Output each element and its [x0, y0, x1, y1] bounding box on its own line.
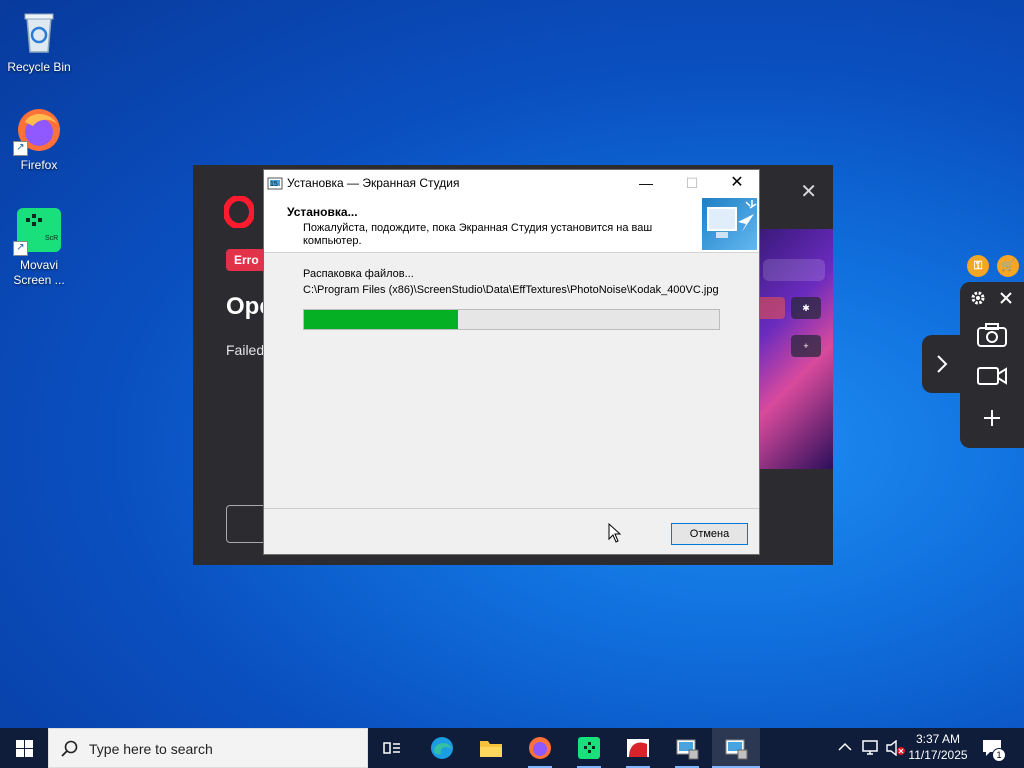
svg-text:ScR: ScR — [45, 235, 58, 242]
firefox-icon: ↗ — [13, 106, 63, 156]
taskbar-edge[interactable] — [418, 728, 466, 768]
taskbar: Type here to search 3:37 AM 11/17/2025 1 — [0, 728, 1024, 768]
maximize-button: ☐ — [685, 175, 699, 191]
key-icon[interactable]: ⚿ — [967, 255, 989, 277]
installer-dialog: 15 Установка — Экранная Студия — ☐ ✕ Уст… — [263, 169, 760, 555]
close-button[interactable]: ✕ — [714, 170, 760, 196]
opera-preview-image: ✱ + — [755, 229, 833, 469]
divider — [264, 508, 759, 509]
taskbar-firefox[interactable] — [516, 728, 564, 768]
search-icon — [61, 740, 78, 757]
error-text: Failed — [226, 342, 265, 358]
edge-icon — [431, 737, 453, 759]
taskbar-search[interactable]: Type here to search — [48, 728, 368, 768]
search-placeholder: Type here to search — [89, 741, 213, 757]
movavi-icon: ScR ↗ — [13, 206, 63, 256]
monitor-install-icon — [702, 198, 757, 250]
header-panel: Установка... Пожалуйста, подождите, пока… — [264, 196, 759, 253]
taskbar-clock[interactable]: 3:37 AM 11/17/2025 — [906, 731, 970, 763]
clock-date: 11/17/2025 — [908, 748, 968, 762]
taskbar-installer[interactable] — [663, 728, 711, 768]
task-view-icon — [383, 742, 400, 754]
desktop-icon-label: Recycle Bin — [7, 60, 71, 74]
app-red-icon — [627, 739, 649, 757]
clock-time: 3:37 AM — [915, 732, 961, 746]
shortcut-arrow-icon: ↗ — [13, 141, 28, 156]
header-subtitle: Пожалуйста, подождите, пока Экранная Сту… — [303, 222, 653, 247]
start-button[interactable] — [0, 728, 48, 768]
desktop-icon-movavi[interactable]: ScR ↗ Movavi Screen ... — [1, 206, 77, 288]
chevron-right-icon — [937, 355, 948, 373]
opera-action-button[interactable] — [226, 505, 266, 543]
preview-tile: ✱ — [791, 297, 821, 319]
current-file-path: C:\Program Files (x86)\ScreenStudio\Data… — [303, 284, 719, 296]
video-icon[interactable] — [976, 364, 1008, 388]
dialog-title: Установка — Экранная Студия — [287, 176, 460, 190]
progress-bar — [303, 309, 720, 330]
camera-icon[interactable] — [976, 322, 1008, 348]
movavi-icon — [578, 737, 600, 759]
notification-count-badge: 1 — [992, 748, 1006, 762]
recycle-bin-icon — [15, 8, 63, 56]
preview-bar — [763, 259, 825, 281]
cart-icon[interactable]: 🛒 — [997, 255, 1019, 277]
close-icon[interactable]: ✕ — [800, 179, 817, 204]
gear-icon[interactable] — [970, 290, 986, 306]
taskbar-task-view[interactable] — [368, 728, 416, 768]
desktop-icon-recycle-bin[interactable]: Recycle Bin — [1, 8, 77, 75]
desktop-icon-firefox[interactable]: ↗ Firefox — [1, 106, 77, 173]
svg-text:15: 15 — [270, 181, 278, 188]
status-badge: Erro — [226, 249, 266, 271]
taskbar-file-explorer[interactable] — [467, 728, 515, 768]
firefox-icon — [529, 737, 551, 759]
plus-icon[interactable] — [982, 408, 1002, 428]
folder-icon — [480, 741, 502, 757]
mouse-cursor-icon — [608, 522, 622, 548]
installer-app-icon: 15 — [267, 175, 283, 191]
cancel-button[interactable]: Отмена — [671, 523, 748, 545]
installer-icon — [676, 739, 699, 760]
header-title: Установка... — [287, 205, 358, 219]
widget-expand-tab[interactable] — [922, 335, 962, 393]
installer-icon — [725, 739, 748, 760]
shortcut-arrow-icon: ↗ — [13, 241, 28, 256]
capture-widget — [960, 282, 1024, 448]
taskbar-installer-active[interactable] — [712, 728, 760, 768]
desktop-icon-label: Firefox — [20, 158, 58, 172]
opera-logo-icon — [223, 195, 255, 229]
windows-logo-icon — [16, 740, 33, 757]
desktop-icon-label: Movavi Screen ... — [13, 258, 65, 287]
dialog-titlebar[interactable]: 15 Установка — Экранная Студия — ☐ ✕ — [264, 170, 759, 196]
status-text: Распаковка файлов... — [303, 268, 414, 280]
minimize-button[interactable]: — — [623, 170, 669, 196]
taskbar-movavi[interactable] — [565, 728, 613, 768]
taskbar-app-red[interactable] — [614, 728, 662, 768]
preview-tile: + — [791, 335, 821, 357]
progress-fill — [304, 310, 458, 329]
close-icon[interactable] — [998, 290, 1014, 306]
